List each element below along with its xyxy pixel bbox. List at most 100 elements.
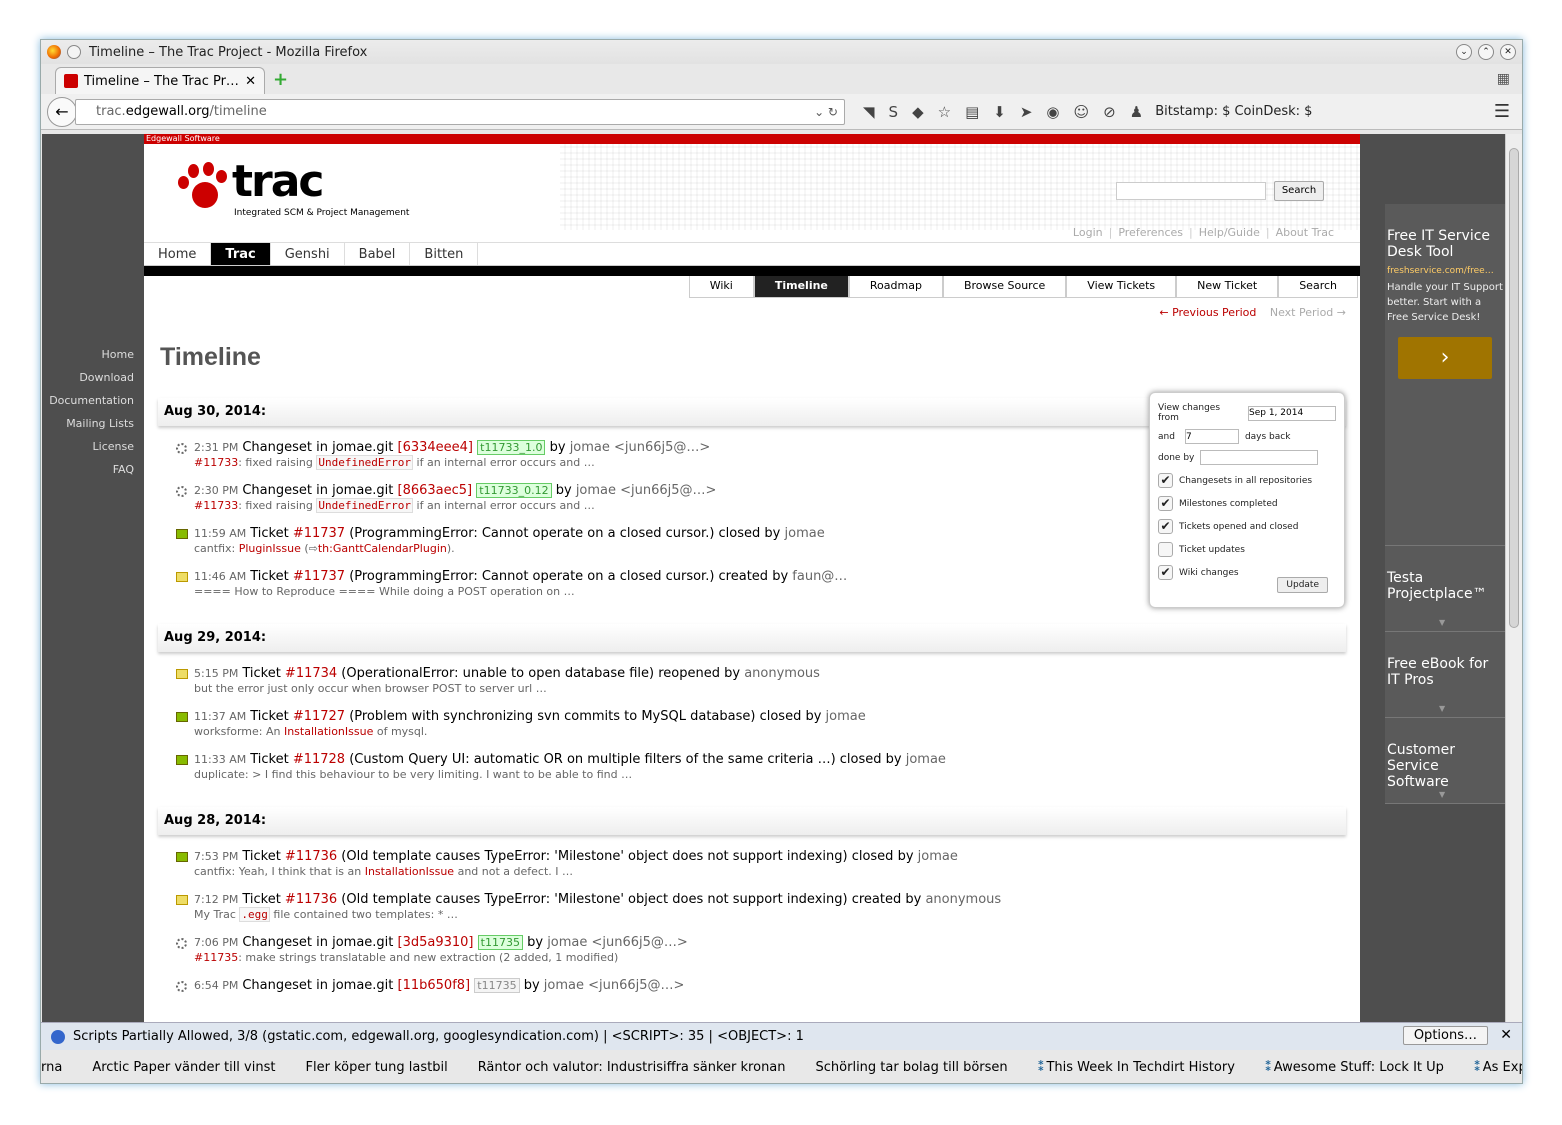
checkbox[interactable]: ✔: [1158, 519, 1173, 534]
desc-link[interactable]: th:GanttCalendarPlugin: [318, 542, 447, 555]
timeline-event[interactable]: 5:15 PM Ticket #11734 (OperationalError: …: [176, 666, 1360, 695]
checkbox[interactable]: ✔: [1158, 496, 1173, 511]
ad-go-button[interactable]: ›: [1398, 337, 1492, 379]
news-item[interactable]: Arctic Paper vänder till vinst: [92, 1060, 275, 1075]
nav-search[interactable]: Search: [1278, 276, 1358, 298]
checkbox[interactable]: ✔: [1158, 565, 1173, 580]
news-item[interactable]: Schörling tar bolag till börsen: [816, 1060, 1008, 1075]
addon-icon[interactable]: ◆: [912, 103, 924, 121]
filter-option[interactable]: ✔ Tickets opened and closed: [1158, 519, 1336, 534]
browser-tab[interactable]: Timeline – The Trac Pr… ✕: [55, 67, 265, 94]
trac-logo[interactable]: trac Integrated SCM & Project Management: [174, 160, 409, 218]
download-icon[interactable]: ⬇: [993, 103, 1006, 121]
preferences-link[interactable]: Preferences: [1109, 226, 1183, 239]
branch-tag[interactable]: t11733_1.0: [477, 440, 546, 455]
timeline-event[interactable]: 7:53 PM Ticket #11736 (Old template cause…: [176, 849, 1360, 878]
ubuntu-icon[interactable]: ◉: [1046, 103, 1059, 121]
back-button[interactable]: ←: [47, 96, 77, 127]
sidebar-item-download[interactable]: Download: [42, 371, 144, 384]
event-ref-link[interactable]: #11728: [293, 752, 345, 767]
event-ref-link[interactable]: [8663aec5]: [398, 483, 473, 498]
login-link[interactable]: Login: [1073, 226, 1103, 239]
bookmarks-list-icon[interactable]: ▤: [965, 103, 979, 121]
checkbox[interactable]: [1158, 542, 1173, 557]
user-icon[interactable]: ♟: [1130, 103, 1143, 121]
url-bar[interactable]: trac. edgewall.org/timeline ⌄ ↻: [75, 98, 845, 125]
branch-tag[interactable]: t11735: [474, 978, 520, 993]
done-by-input[interactable]: [1200, 450, 1319, 465]
sidebar-item-home[interactable]: Home: [42, 348, 144, 361]
desc-link[interactable]: InstallationIssue: [365, 865, 454, 878]
search-button[interactable]: Search: [1274, 181, 1324, 201]
close-icon[interactable]: ✕: [1500, 1027, 1512, 1043]
rss-icon[interactable]: ◥: [863, 103, 875, 121]
pin-icon[interactable]: [67, 45, 81, 59]
sidebar-item-license[interactable]: License: [42, 440, 144, 453]
vertical-scrollbar[interactable]: [1505, 134, 1522, 1022]
event-ref-link[interactable]: [11b650f8]: [398, 978, 471, 993]
timeline-event[interactable]: 7:12 PM Ticket #11736 (Old template cause…: [176, 892, 1360, 922]
smiley-icon[interactable]: ☺: [1074, 103, 1090, 121]
new-tab-icon[interactable]: +: [273, 69, 288, 90]
close-tab-icon[interactable]: ✕: [245, 74, 256, 89]
sidebar-item-faq[interactable]: FAQ: [42, 463, 144, 476]
options-button[interactable]: Options…: [1402, 1026, 1488, 1045]
previous-period-link[interactable]: ← Previous Period: [1159, 306, 1256, 319]
event-ref-link[interactable]: #11727: [293, 709, 345, 724]
desc-code[interactable]: UndefinedError: [316, 498, 414, 513]
news-item[interactable]: rna: [41, 1060, 62, 1075]
reload-icon[interactable]: ⌄ ↻: [814, 105, 844, 119]
event-ref-link[interactable]: #11737: [293, 569, 345, 584]
help-guide-link[interactable]: Help/Guide: [1189, 226, 1260, 239]
nav-roadmap[interactable]: Roadmap: [848, 276, 943, 298]
search-input[interactable]: [1116, 182, 1266, 200]
branch-tag[interactable]: t11733_0.12: [476, 483, 552, 498]
event-ref-link[interactable]: [3d5a9310]: [398, 935, 474, 950]
days-back-input[interactable]: [1184, 429, 1239, 444]
desc-link[interactable]: #11733: [194, 499, 238, 512]
menu-icon[interactable]: ☰: [1494, 101, 1516, 122]
news-item[interactable]: ⁑ Awesome Stuff: Lock It Up: [1265, 1060, 1444, 1075]
scrollbar-thumb[interactable]: [1509, 148, 1519, 628]
news-item[interactable]: Räntor och valutor: Industrisiffra sänke…: [478, 1060, 786, 1075]
project-tab-trac[interactable]: Trac: [211, 243, 271, 265]
maximize-icon[interactable]: ⌃: [1478, 44, 1494, 60]
ad-customer-service[interactable]: Customer Service Software ▼: [1385, 718, 1505, 804]
event-ref-link[interactable]: #11734: [285, 666, 337, 681]
update-button[interactable]: Update: [1277, 577, 1328, 593]
desc-link[interactable]: PluginIssue: [239, 542, 301, 555]
project-tab-babel[interactable]: Babel: [345, 243, 411, 265]
close-window-icon[interactable]: ✕: [1500, 44, 1516, 60]
news-item[interactable]: Fler köper tung lastbil: [305, 1060, 447, 1075]
nav-new-ticket[interactable]: New Ticket: [1176, 276, 1279, 298]
news-item[interactable]: ⁑ This Week In Techdirt History: [1038, 1060, 1235, 1075]
sidebar-item-mailing-lists[interactable]: Mailing Lists: [42, 417, 144, 430]
sidebar-item-documentation[interactable]: Documentation: [42, 394, 144, 407]
send-icon[interactable]: ➤: [1020, 103, 1033, 121]
ad-freshservice[interactable]: Free IT Service Desk Tool freshservice.c…: [1385, 204, 1505, 546]
noscript-icon[interactable]: S: [889, 103, 899, 121]
about-trac-link[interactable]: About Trac: [1266, 226, 1334, 239]
timeline-event[interactable]: 7:06 PM Changeset in jomae.git [3d5a9310]…: [176, 935, 1360, 964]
filter-option[interactable]: ✔ Changesets in all repositories: [1158, 473, 1336, 488]
filter-option[interactable]: ✔ Milestones completed: [1158, 496, 1336, 511]
nav-timeline[interactable]: Timeline: [753, 276, 849, 298]
filter-option[interactable]: Ticket updates: [1158, 542, 1336, 557]
ad-projectplace[interactable]: Testa Projectplace™ ▼: [1385, 546, 1505, 632]
nav-browse-source[interactable]: Browse Source: [942, 276, 1067, 298]
block-icon[interactable]: ⊘: [1103, 103, 1116, 121]
edgewall-banner[interactable]: Edgewall Software: [144, 134, 1360, 144]
bitstamp-ticker[interactable]: Bitstamp: $ CoinDesk: $: [1155, 104, 1312, 119]
desc-link[interactable]: #11735: [194, 951, 238, 964]
timeline-event[interactable]: 6:54 PM Changeset in jomae.git [11b650f8]…: [176, 978, 1360, 993]
desc-link[interactable]: InstallationIssue: [284, 725, 373, 738]
timeline-event[interactable]: 11:37 AM Ticket #11727 (Problem with sync…: [176, 709, 1360, 738]
minimize-icon[interactable]: ⌄: [1456, 44, 1472, 60]
ad-ebook[interactable]: Free eBook for IT Pros ▼: [1385, 632, 1505, 718]
nav-view-tickets[interactable]: View Tickets: [1066, 276, 1177, 298]
from-date-input[interactable]: [1248, 405, 1336, 421]
news-item[interactable]: ⁑As Expected, Aereo Plead: [1474, 1060, 1522, 1075]
desc-code[interactable]: .egg: [239, 907, 270, 922]
tab-groups-icon[interactable]: ▦: [1497, 71, 1510, 87]
bookmark-star-icon[interactable]: ☆: [938, 103, 951, 121]
